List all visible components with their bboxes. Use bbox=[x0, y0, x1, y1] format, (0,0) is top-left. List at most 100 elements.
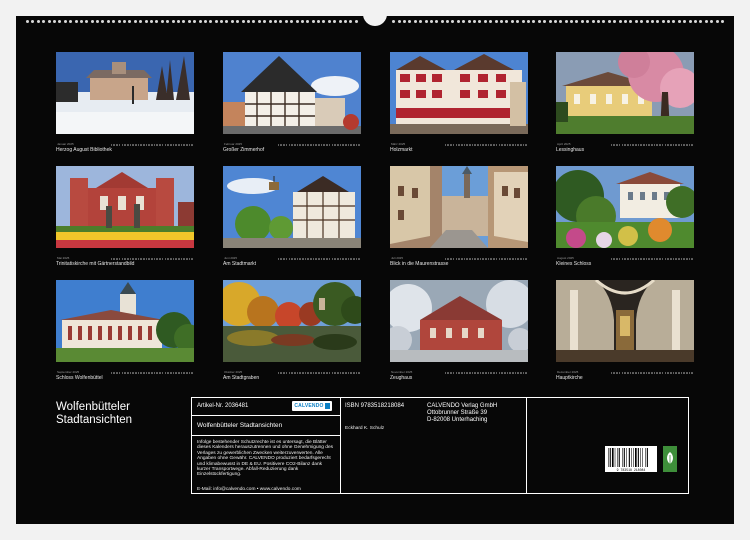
barcode-bar bbox=[626, 448, 627, 467]
day-dot bbox=[522, 372, 525, 374]
calvendo-logo: CALVENDO bbox=[292, 401, 332, 411]
day-dot bbox=[159, 258, 161, 260]
binding-loop bbox=[489, 19, 493, 23]
day-dot bbox=[495, 258, 498, 260]
binding-loop bbox=[694, 19, 698, 23]
day-dot bbox=[686, 372, 688, 374]
day-strip bbox=[444, 372, 527, 374]
day-dot bbox=[672, 372, 675, 374]
binding-loop bbox=[688, 19, 692, 23]
binding-loop bbox=[290, 19, 294, 23]
photo-zeughaus bbox=[390, 280, 528, 362]
binding-loop bbox=[317, 19, 321, 23]
binding-loop bbox=[31, 19, 35, 23]
binding-loop bbox=[505, 19, 509, 23]
month-tile-march: März 2025 Holzmarkt bbox=[390, 52, 528, 153]
isbn: ISBN 9783518218084 bbox=[345, 403, 405, 409]
day-dot bbox=[291, 144, 293, 146]
binding-loop bbox=[349, 19, 353, 23]
day-dot bbox=[525, 144, 527, 146]
day-dot bbox=[501, 372, 503, 374]
day-dot bbox=[487, 372, 490, 374]
day-dot bbox=[283, 372, 285, 374]
barcode-bar bbox=[617, 448, 618, 467]
day-dot bbox=[458, 144, 460, 146]
day-dot bbox=[677, 372, 680, 374]
binding-loop bbox=[182, 19, 186, 23]
day-dot bbox=[479, 144, 482, 146]
day-dot bbox=[285, 372, 288, 374]
day-dot bbox=[485, 258, 487, 260]
binding-loop bbox=[90, 19, 94, 23]
day-dot bbox=[616, 372, 618, 374]
day-dot bbox=[477, 372, 479, 374]
binding-loop bbox=[198, 19, 202, 23]
day-dot bbox=[183, 258, 185, 260]
month-caption: Herzog August Bibliothek bbox=[56, 147, 112, 153]
month-label: April 2025 bbox=[557, 142, 571, 146]
day-dot bbox=[161, 144, 164, 146]
barcode-bar bbox=[645, 448, 646, 467]
barcode-bar bbox=[640, 448, 641, 467]
day-dot bbox=[312, 144, 315, 146]
day-dot bbox=[145, 258, 148, 260]
day-dot bbox=[169, 372, 172, 374]
month-tile-april: April 2025 Lessinghaus bbox=[556, 52, 694, 153]
month-tile-july: Juli 2025 Blick in die Maurenstrasse bbox=[390, 166, 528, 267]
binding-loop bbox=[300, 19, 304, 23]
day-dot bbox=[447, 372, 450, 374]
month-caption: Hauptkirche bbox=[556, 375, 583, 381]
day-dot bbox=[318, 144, 320, 146]
day-dot bbox=[118, 372, 121, 374]
month-caption: Zeughaus bbox=[390, 375, 413, 381]
binding-loop bbox=[354, 19, 358, 23]
day-dot bbox=[683, 144, 685, 146]
month-tile-june: Juni 2025 Am Stadtmarkt bbox=[223, 166, 361, 267]
binding-loop bbox=[613, 19, 617, 23]
binding-loop bbox=[247, 19, 251, 23]
day-dot bbox=[161, 372, 164, 374]
day-dot bbox=[151, 144, 153, 146]
day-dot bbox=[167, 258, 169, 260]
day-dot bbox=[511, 372, 514, 374]
photo-lessinghaus bbox=[556, 52, 694, 134]
day-dot bbox=[355, 144, 358, 146]
photo-am-stadtmarkt bbox=[223, 166, 361, 248]
photo-kleines-schloss bbox=[556, 166, 694, 248]
day-dot bbox=[691, 144, 693, 146]
day-dot bbox=[656, 144, 659, 146]
binding-loop bbox=[607, 19, 611, 23]
day-dot bbox=[283, 258, 285, 260]
day-strip bbox=[610, 258, 693, 260]
day-dot bbox=[285, 258, 288, 260]
day-dot bbox=[479, 258, 482, 260]
day-dot bbox=[522, 258, 525, 260]
binding-loop bbox=[214, 19, 218, 23]
day-dot bbox=[621, 372, 624, 374]
day-dot bbox=[626, 258, 629, 260]
day-dot bbox=[186, 258, 188, 260]
day-dot bbox=[613, 144, 616, 146]
day-dot bbox=[520, 144, 522, 146]
photo-holzmarkt bbox=[390, 52, 528, 134]
binding-loop bbox=[456, 19, 460, 23]
binding-loop bbox=[699, 19, 703, 23]
binding-loop bbox=[139, 19, 143, 23]
day-dot bbox=[468, 258, 471, 260]
day-dot bbox=[490, 144, 493, 146]
binding-loop bbox=[715, 19, 719, 23]
day-dot bbox=[129, 372, 132, 374]
day-dot bbox=[293, 258, 296, 260]
day-dot bbox=[110, 144, 113, 146]
binding-loop bbox=[241, 19, 245, 23]
binding-loop bbox=[252, 19, 256, 23]
day-dot bbox=[680, 372, 683, 374]
day-dot bbox=[353, 372, 355, 374]
day-dot bbox=[680, 258, 683, 260]
day-dot bbox=[143, 258, 145, 260]
day-dot bbox=[477, 258, 479, 260]
day-dot bbox=[180, 372, 183, 374]
day-dot bbox=[479, 372, 482, 374]
day-dot bbox=[344, 372, 347, 374]
binding-loop bbox=[273, 19, 277, 23]
